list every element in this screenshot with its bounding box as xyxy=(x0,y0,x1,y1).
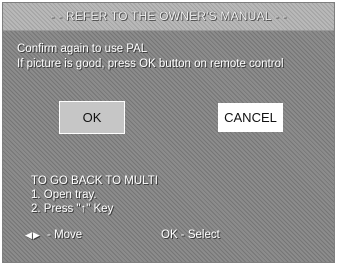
back-to-multi-heading: TO GO BACK TO MULTI xyxy=(31,175,158,187)
dialog-title-bar: - - REFER TO THE OWNER'S MANUAL - - xyxy=(3,3,334,31)
title-suffix: - - xyxy=(274,9,287,23)
dialog-title: REFER TO THE OWNER'S MANUAL xyxy=(65,9,272,23)
select-hint: OK - Select xyxy=(161,229,220,241)
step-open-tray: 1. Open tray. xyxy=(31,189,97,201)
move-hint: ◀▶ - Move xyxy=(25,229,82,241)
cancel-button[interactable]: CANCEL xyxy=(218,103,283,132)
ok-button[interactable]: OK xyxy=(59,101,125,134)
confirm-message: Confirm again to use PAL xyxy=(17,43,148,55)
step-text: Press "↑" Key xyxy=(43,203,114,215)
step-number: 2. xyxy=(31,203,41,215)
instruction-message: If picture is good, press OK button on r… xyxy=(17,58,284,70)
title-prefix: - - xyxy=(50,9,63,23)
step-press-key: 2. Press "↑" Key xyxy=(31,203,113,215)
pal-confirm-dialog: - - REFER TO THE OWNER'S MANUAL - - Conf… xyxy=(2,2,335,263)
move-label: - Move xyxy=(47,229,83,241)
left-arrow-icon: ◀ xyxy=(25,230,32,240)
right-arrow-icon: ▶ xyxy=(32,230,40,240)
